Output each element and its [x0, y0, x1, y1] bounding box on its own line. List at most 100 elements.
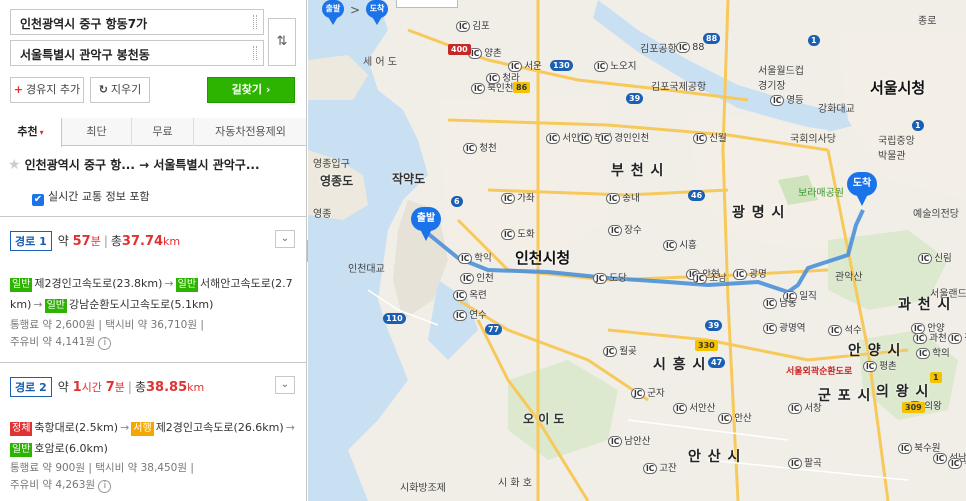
- route-panel: 인천광역시 중구 항동7가 서울특별시 관악구 봉천동 ⇅ + 경유지 추가 ↻ 지…: [0, 0, 307, 501]
- route-fee: 통행료 약 2,600원 | 택시비 약 36,710원 | 주유비 약 4,1…: [10, 319, 204, 350]
- drag-handle[interactable]: [253, 15, 257, 29]
- star-icon[interactable]: ★: [8, 157, 21, 173]
- route-header: 경로 2약 1시간 7분 | 총38.85km: [10, 377, 204, 397]
- road-number-badge: 1: [808, 35, 820, 46]
- interchange-label: IC 경인인천: [598, 130, 649, 144]
- interchange-label: JC 도당: [593, 270, 627, 284]
- map-label: 시 화 호: [498, 478, 532, 489]
- route-card-2[interactable]: 경로 2약 1시간 7분 | 총38.85km ⌄ 정체 축항대로(2.5km) → 서행…: [0, 362, 306, 501]
- expand-toggle[interactable]: ⌄: [275, 376, 295, 394]
- map-label: 서울시청: [870, 79, 926, 97]
- destination-field[interactable]: 서울특별시 관악구 봉천동: [10, 40, 264, 66]
- map-label: 안 양 시: [848, 343, 902, 359]
- map-label: 국립중앙박물관: [878, 136, 915, 162]
- road-number-badge: 77: [485, 324, 503, 335]
- map-label: 시 흥 시: [653, 357, 707, 373]
- checkbox-checked-icon: ✔: [32, 194, 44, 206]
- info-icon[interactable]: i: [98, 480, 112, 493]
- interchange-label: IC 청천: [463, 140, 497, 154]
- map-label: 관악산: [835, 272, 863, 283]
- traffic-checkbox[interactable]: ✔ 실시간 교통 정보 포함: [32, 188, 150, 206]
- interchange-label: IC 시흥: [663, 237, 697, 251]
- end-marker[interactable]: 도착: [847, 172, 877, 208]
- interchange-label: IC수원: [948, 455, 966, 469]
- traffic-checkbox-label: 실시간 교통 정보 포함: [48, 190, 150, 203]
- road-number-badge: 330: [695, 340, 718, 351]
- map-label: 영종입구: [313, 159, 350, 170]
- swap-icon: ⇅: [276, 34, 288, 49]
- find-route-button[interactable]: 길찾기 ›: [207, 77, 295, 103]
- map-label: 부 천 시: [611, 163, 665, 179]
- interchange-label: IC 장수: [608, 222, 642, 236]
- info-icon[interactable]: i: [98, 337, 112, 350]
- origin-text: 인천광역시 중구 항동7가: [20, 17, 148, 31]
- origin-field[interactable]: 인천광역시 중구 항동7가: [10, 9, 264, 35]
- expand-toggle[interactable]: ⌄: [275, 230, 295, 248]
- tab-exclude-expressway[interactable]: 자동차전용제외: [194, 118, 306, 146]
- route-option-tabs: 추천 ▾ 최단 무료 자동차전용제외: [0, 118, 306, 147]
- interchange-label: IC 88: [676, 42, 704, 53]
- interchange-label: IC 팔곡: [788, 455, 822, 469]
- map-label: 서울월드컵경기장: [758, 66, 804, 92]
- interchange-label: IC 신월: [693, 130, 727, 144]
- map-label: 안 산 시: [688, 449, 742, 465]
- start-pin-icon: 출발: [322, 0, 344, 26]
- interchange-label: IC 노오지: [594, 58, 637, 72]
- tab-shortest[interactable]: 최단: [62, 118, 132, 146]
- map-label: 영종: [313, 209, 332, 220]
- interchange-label: JC 월곶: [603, 343, 637, 357]
- summary-text: 인천광역시 중구 항... → 서울특별시 관악구...: [24, 158, 260, 172]
- reset-button[interactable]: ↻ 지우기: [90, 77, 150, 103]
- road-number-badge: 400: [448, 44, 471, 55]
- road-number-badge: 309: [902, 402, 925, 413]
- interchange-label: IC 평촌: [863, 358, 897, 372]
- route-time: 약 57분: [57, 234, 101, 249]
- interchange-label: IC 고잔: [643, 460, 677, 474]
- add-waypoint-button[interactable]: + 경유지 추가: [10, 77, 84, 103]
- swap-button[interactable]: ⇅: [268, 18, 296, 66]
- map-label: 오 이 도: [523, 412, 565, 426]
- interchange-label: IC 연수: [453, 307, 487, 321]
- interchange-label: IC 과천: [913, 330, 947, 344]
- interchange-label: JC 군자: [631, 385, 665, 399]
- tab-free[interactable]: 무료: [132, 118, 194, 146]
- caret-down-icon: ▾: [39, 128, 44, 137]
- route-summary: ★ 인천광역시 중구 항... → 서울특별시 관악구...: [8, 156, 303, 173]
- interchange-label: IC 남안산: [608, 433, 651, 447]
- start-marker[interactable]: 출발: [411, 207, 441, 243]
- interchange-label: IC 안산: [718, 410, 752, 424]
- interchange-label: IC 신림: [918, 250, 952, 264]
- route-distance: 총37.74km: [110, 234, 181, 249]
- map-label: 종로: [918, 16, 937, 27]
- map-toolbar[interactable]: [396, 0, 458, 8]
- road-number-badge: 47: [708, 357, 726, 368]
- interchange-label: IC 남동: [763, 295, 797, 309]
- road-number-badge: 130: [550, 60, 573, 71]
- road-number-badge: 6: [451, 196, 463, 207]
- map-canvas[interactable]: 출발 > 도착 출발 도착 인천시청 서울시청 부 천 시 광 명 시 시 흥 …: [308, 0, 966, 501]
- tab-recommended[interactable]: 추천 ▾: [0, 118, 62, 147]
- map-label: 군 포 시: [818, 388, 872, 404]
- map-label: 강화대교: [818, 104, 855, 115]
- map-label: 세 어 도: [363, 57, 397, 68]
- tab-label: 추천: [17, 125, 38, 138]
- end-pin-icon: 도착: [366, 0, 389, 26]
- drag-handle[interactable]: [253, 46, 257, 60]
- route-distance: 총38.85km: [134, 380, 205, 395]
- road-number-badge: 39: [626, 93, 644, 104]
- map-label: 인천대교: [348, 264, 385, 275]
- interchange-label: JC 조남: [693, 270, 727, 284]
- map-label: 인천시청: [515, 249, 571, 267]
- road-number-badge: 1: [930, 372, 942, 383]
- road-number-badge: 1: [912, 120, 924, 131]
- refresh-icon: ↻: [98, 83, 108, 96]
- map-base: [308, 0, 966, 501]
- route-path: 정체 축항대로(2.5km) → 서행 제2경인고속도로(26.6km) → 일반 호암로(…: [10, 421, 295, 457]
- interchange-label: IC 석수: [828, 322, 862, 336]
- road-number-badge: 110: [383, 313, 406, 324]
- destination-text: 서울특별시 관악구 봉천동: [20, 48, 150, 62]
- map-label: 국회의사당: [790, 134, 836, 145]
- interchange-label: IC 영등: [770, 92, 804, 106]
- route-card-1[interactable]: 경로 1약 57분 | 총37.74km ⌄ 일반 제2경인고속도로(23.8km) →…: [0, 216, 306, 362]
- road-number-badge: 46: [688, 190, 706, 201]
